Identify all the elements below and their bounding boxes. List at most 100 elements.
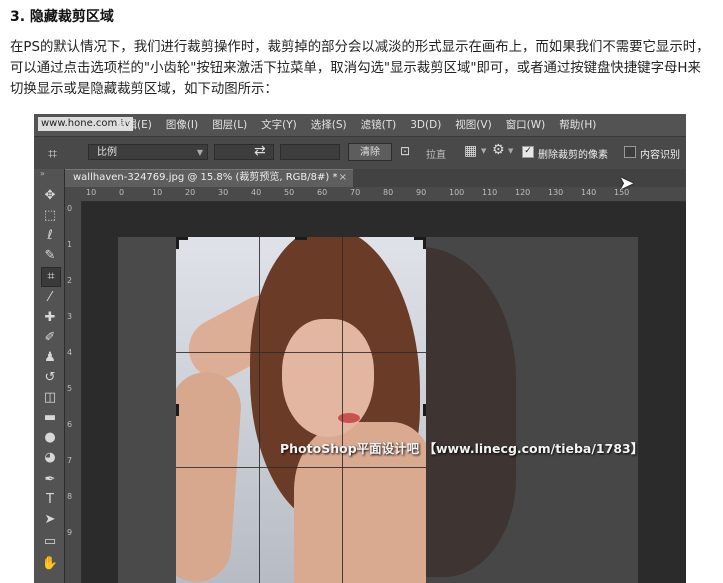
delete-cropped-label: 删除裁剪的像素 — [538, 150, 608, 161]
healing-icon[interactable]: ✚ — [41, 309, 59, 327]
grid-overlay-icon[interactable]: ▦ — [464, 143, 477, 159]
ruler-tick: 140 — [581, 188, 597, 197]
ruler-tick: 70 — [350, 188, 361, 197]
history-brush-icon[interactable]: ↺ — [41, 369, 59, 387]
crop-grid-line — [176, 467, 426, 468]
chevron-down-icon[interactable]: ▼ — [481, 147, 486, 155]
stamp-icon[interactable]: ♟ — [41, 349, 59, 367]
clear-button[interactable]: 清除 — [348, 143, 392, 161]
blur-icon[interactable]: ● — [41, 429, 59, 447]
eyedropper-icon[interactable]: ⁄ — [41, 289, 59, 307]
crop-handle[interactable] — [176, 237, 179, 249]
menu-help[interactable]: 帮助(H) — [559, 114, 596, 136]
canvas-area[interactable] — [82, 202, 686, 583]
menu-filter[interactable]: 滤镜(T) — [361, 114, 397, 136]
document-canvas[interactable] — [118, 237, 638, 583]
menu-edit[interactable]: 编辑(E) — [116, 114, 152, 136]
ruler-tick: 50 — [284, 188, 295, 197]
menu-view[interactable]: 视图(V) — [455, 114, 491, 136]
horizontal-ruler[interactable]: 10 0 10 20 30 40 50 60 70 80 90 100 110 … — [82, 187, 686, 202]
path-select-icon[interactable]: ➤ — [41, 511, 59, 529]
crop-grid-line — [176, 352, 426, 353]
ruler-tick: 20 — [185, 188, 196, 197]
ruler-tick: 30 — [218, 188, 229, 197]
ratio-select-value: 比例 — [97, 147, 117, 158]
move-icon[interactable]: ✥ — [41, 187, 59, 205]
ruler-tick: 10 — [86, 188, 97, 197]
chevron-down-icon: ▼ — [196, 148, 203, 157]
menu-window[interactable]: 窗口(W) — [506, 114, 546, 136]
crop-handle[interactable] — [423, 404, 426, 416]
ruler-tick: 4 — [67, 348, 73, 357]
tools-panel: » ✥ ⬚ ℓ ✎ ⌗ ⁄ ✚ ✐ ♟ ↺ ◫ ▬ ● ◕ ✒ T ➤ ▭ ✋ — [34, 169, 65, 583]
document-tab-bar: wallhaven-324769.jpg @ 15.8% (裁剪预览, RGB/… — [65, 169, 686, 187]
document-tab-title: wallhaven-324769.jpg @ 15.8% (裁剪预览, RGB/… — [73, 172, 338, 183]
ruler-corner — [65, 187, 83, 202]
content-aware-label: 内容识别 — [640, 150, 680, 161]
menu-select[interactable]: 选择(S) — [311, 114, 347, 136]
article-paragraph: 在PS的默认情况下，我们进行裁剪操作时，裁剪掉的部分会以减淡的形式显示在画布上，… — [10, 40, 710, 97]
crop-handle[interactable] — [295, 237, 307, 240]
quick-select-icon[interactable]: ✎ — [41, 247, 59, 265]
photo-arm — [176, 369, 244, 583]
collapse-icon[interactable]: » — [40, 169, 45, 178]
dodge-icon[interactable]: ◕ — [41, 449, 59, 467]
content-aware-checkbox[interactable] — [624, 146, 636, 158]
photoshop-screenshot: www.hone.com.tv 编辑(E) 图像(I) 图层(L) 文字(Y) … — [34, 114, 686, 583]
crop-grid-line — [342, 237, 343, 583]
gradient-icon[interactable]: ▬ — [41, 409, 59, 427]
ruler-tick: 5 — [67, 384, 73, 393]
menu-layer[interactable]: 图层(L) — [212, 114, 247, 136]
ruler-tick: 110 — [482, 188, 498, 197]
ruler-tick: 6 — [67, 420, 73, 429]
ruler-tick: 10 — [152, 188, 163, 197]
article-heading: 3. 隐藏裁剪区域 — [10, 9, 114, 25]
menu-image[interactable]: 图像(I) — [166, 114, 198, 136]
ruler-tick: 8 — [67, 492, 73, 501]
chevron-down-icon[interactable]: ▼ — [508, 147, 513, 155]
ruler-tick: 9 — [67, 528, 73, 537]
ruler-tick: 100 — [449, 188, 465, 197]
menu-type[interactable]: 文字(Y) — [261, 114, 297, 136]
straighten-label[interactable]: 拉直 — [426, 146, 446, 161]
ruler-tick: 2 — [67, 276, 73, 285]
gear-icon[interactable]: ⚙ — [492, 142, 505, 158]
type-icon[interactable]: T — [41, 491, 59, 509]
photo-face — [282, 319, 374, 437]
options-bar: ⌗ 比例 ▼ ⇄ 清除 ⊡ 拉直 ▦ ▼ ⚙ ▼ ✓ 删除裁剪的像素 内容识别 — [34, 136, 686, 170]
crop-preset-icon[interactable]: ⌗ — [48, 144, 57, 164]
cursor-icon: ➤ — [619, 173, 635, 194]
ratio-select[interactable]: 比例 ▼ — [88, 144, 208, 160]
marquee-icon[interactable]: ⬚ — [41, 207, 59, 225]
straighten-icon[interactable]: ⊡ — [400, 144, 410, 158]
shape-icon[interactable]: ▭ — [41, 533, 59, 551]
ruler-tick: 90 — [416, 188, 427, 197]
ruler-tick: 130 — [548, 188, 564, 197]
ruler-tick: 0 — [119, 188, 125, 197]
ruler-tick: 120 — [515, 188, 531, 197]
brush-icon[interactable]: ✐ — [41, 329, 59, 347]
swap-icon[interactable]: ⇄ — [254, 143, 266, 159]
menu-bar: www.hone.com.tv 编辑(E) 图像(I) 图层(L) 文字(Y) … — [34, 114, 686, 136]
pen-icon[interactable]: ✒ — [41, 471, 59, 489]
crop-icon[interactable]: ⌗ — [41, 267, 61, 287]
close-icon[interactable]: × — [339, 170, 347, 186]
eraser-icon[interactable]: ◫ — [41, 389, 59, 407]
crop-handle[interactable] — [176, 404, 179, 416]
ruler-tick: 80 — [383, 188, 394, 197]
crop-grid-line — [259, 237, 260, 583]
ruler-tick: 7 — [67, 456, 73, 465]
forum-watermark: PhotoShop平面设计吧 【www.linecg.com/tieba/178… — [280, 441, 644, 456]
height-input[interactable] — [280, 144, 340, 160]
hand-icon[interactable]: ✋ — [41, 555, 59, 573]
ruler-tick: 40 — [251, 188, 262, 197]
crop-handle[interactable] — [423, 237, 426, 249]
ruler-tick: 0 — [67, 204, 73, 213]
vertical-ruler[interactable]: 0 1 2 3 4 5 6 7 8 9 — [65, 201, 82, 583]
ruler-tick: 1 — [67, 240, 73, 249]
document-tab[interactable]: wallhaven-324769.jpg @ 15.8% (裁剪预览, RGB/… — [65, 169, 353, 187]
menu-3d[interactable]: 3D(D) — [410, 114, 441, 136]
crop-box[interactable] — [176, 237, 426, 583]
lasso-icon[interactable]: ℓ — [41, 227, 59, 245]
delete-cropped-checkbox[interactable]: ✓ — [522, 146, 534, 158]
